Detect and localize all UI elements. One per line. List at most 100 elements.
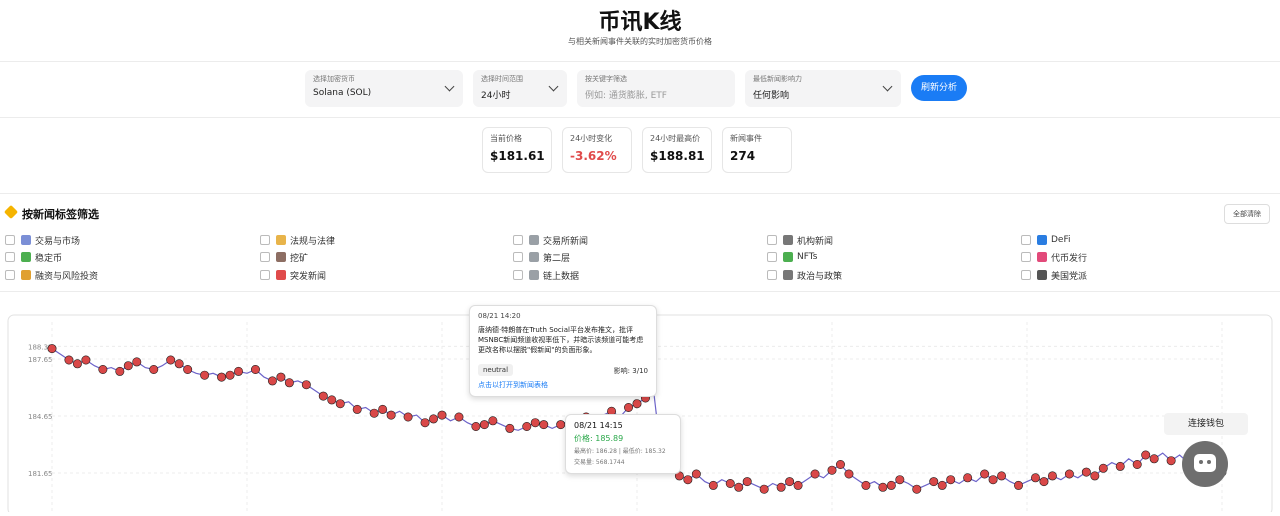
news-marker[interactable]: [861, 480, 871, 490]
news-marker[interactable]: [505, 423, 515, 433]
tag-item[interactable]: 第二层: [513, 250, 570, 264]
tag-checkbox[interactable]: [260, 235, 270, 245]
news-marker[interactable]: [632, 399, 642, 409]
news-marker[interactable]: [301, 380, 311, 390]
tag-item[interactable]: 美国党派: [1021, 268, 1087, 282]
news-marker[interactable]: [378, 404, 388, 414]
news-marker[interactable]: [810, 469, 820, 479]
news-marker[interactable]: [225, 370, 235, 380]
tag-checkbox[interactable]: [5, 235, 15, 245]
news-marker[interactable]: [539, 420, 549, 430]
news-marker[interactable]: [1141, 450, 1151, 460]
news-marker[interactable]: [624, 403, 634, 413]
news-marker[interactable]: [81, 355, 91, 365]
news-marker[interactable]: [437, 410, 447, 420]
tag-checkbox[interactable]: [767, 252, 777, 262]
news-marker[interactable]: [420, 418, 430, 428]
news-marker[interactable]: [217, 372, 227, 382]
impact-select[interactable]: 最低新闻影响力 任何影响: [745, 70, 901, 107]
news-marker[interactable]: [72, 359, 82, 369]
news-marker[interactable]: [47, 344, 57, 354]
news-marker[interactable]: [988, 475, 998, 485]
tag-checkbox[interactable]: [260, 270, 270, 280]
tag-item[interactable]: DeFi: [1021, 233, 1071, 247]
refresh-button[interactable]: 刷新分析: [911, 75, 967, 101]
news-marker[interactable]: [963, 473, 973, 483]
tag-checkbox[interactable]: [513, 252, 523, 262]
tag-item[interactable]: 法规与法律: [260, 233, 335, 247]
news-marker[interactable]: [250, 365, 260, 375]
news-marker[interactable]: [1115, 461, 1125, 471]
news-marker[interactable]: [785, 477, 795, 487]
news-marker[interactable]: [429, 414, 439, 424]
news-marker[interactable]: [1090, 471, 1100, 481]
tag-item[interactable]: 交易与市场: [5, 233, 80, 247]
news-marker[interactable]: [1132, 460, 1142, 470]
news-marker[interactable]: [369, 408, 379, 418]
timerange-select[interactable]: 选择时间范围 24小时: [473, 70, 567, 107]
tag-checkbox[interactable]: [1021, 252, 1031, 262]
tag-checkbox[interactable]: [1021, 270, 1031, 280]
news-marker[interactable]: [835, 460, 845, 470]
news-marker[interactable]: [691, 469, 701, 479]
chatbot-button[interactable]: [1182, 441, 1228, 487]
news-marker[interactable]: [386, 410, 396, 420]
news-marker[interactable]: [1081, 467, 1091, 477]
tag-item[interactable]: 稳定币: [5, 250, 62, 264]
news-marker[interactable]: [123, 361, 133, 371]
news-marker[interactable]: [1064, 469, 1074, 479]
news-marker[interactable]: [793, 480, 803, 490]
news-marker[interactable]: [403, 412, 413, 422]
news-marker[interactable]: [284, 378, 294, 388]
news-marker[interactable]: [827, 465, 837, 475]
tag-item[interactable]: 突发新闻: [260, 268, 326, 282]
news-marker[interactable]: [267, 376, 277, 386]
tag-checkbox[interactable]: [1021, 235, 1031, 245]
news-marker[interactable]: [454, 412, 464, 422]
news-marker[interactable]: [929, 477, 939, 487]
tag-item[interactable]: 代币发行: [1021, 250, 1087, 264]
news-marker[interactable]: [980, 469, 990, 479]
tag-checkbox[interactable]: [513, 235, 523, 245]
news-marker[interactable]: [886, 480, 896, 490]
news-marker[interactable]: [488, 416, 498, 426]
tag-item[interactable]: 挖矿: [260, 250, 308, 264]
tag-item[interactable]: NFTs: [767, 250, 817, 264]
news-marker[interactable]: [734, 482, 744, 492]
tag-checkbox[interactable]: [5, 252, 15, 262]
news-marker[interactable]: [937, 480, 947, 490]
news-marker[interactable]: [1030, 473, 1040, 483]
news-marker[interactable]: [1039, 477, 1049, 487]
news-marker[interactable]: [64, 355, 74, 365]
tag-item[interactable]: 政治与政策: [767, 268, 842, 282]
tag-checkbox[interactable]: [767, 270, 777, 280]
connect-wallet-button[interactable]: 连接钱包: [1164, 413, 1248, 435]
news-marker[interactable]: [556, 420, 566, 430]
news-marker[interactable]: [742, 477, 752, 487]
currency-select[interactable]: 选择加密货币 Solana (SOL): [305, 70, 463, 107]
tag-item[interactable]: 融资与风险投资: [5, 268, 98, 282]
news-marker[interactable]: [471, 422, 481, 432]
news-marker[interactable]: [166, 355, 176, 365]
tag-item[interactable]: 机构新闻: [767, 233, 833, 247]
tag-checkbox[interactable]: [260, 252, 270, 262]
news-marker[interactable]: [1047, 471, 1057, 481]
news-marker[interactable]: [352, 404, 362, 414]
news-marker[interactable]: [174, 359, 184, 369]
news-marker[interactable]: [98, 365, 108, 375]
news-marker[interactable]: [335, 399, 345, 409]
news-marker[interactable]: [183, 365, 193, 375]
news-marker[interactable]: [132, 357, 142, 367]
tag-checkbox[interactable]: [767, 235, 777, 245]
news-marker[interactable]: [1166, 456, 1176, 466]
news-marker[interactable]: [997, 471, 1007, 481]
news-marker[interactable]: [776, 482, 786, 492]
news-marker[interactable]: [522, 422, 532, 432]
news-marker[interactable]: [327, 395, 337, 405]
news-marker[interactable]: [895, 475, 905, 485]
news-marker[interactable]: [234, 366, 244, 376]
news-marker[interactable]: [276, 372, 286, 382]
news-marker[interactable]: [708, 480, 718, 490]
news-marker[interactable]: [530, 418, 540, 428]
tag-item[interactable]: 交易所新闻: [513, 233, 588, 247]
